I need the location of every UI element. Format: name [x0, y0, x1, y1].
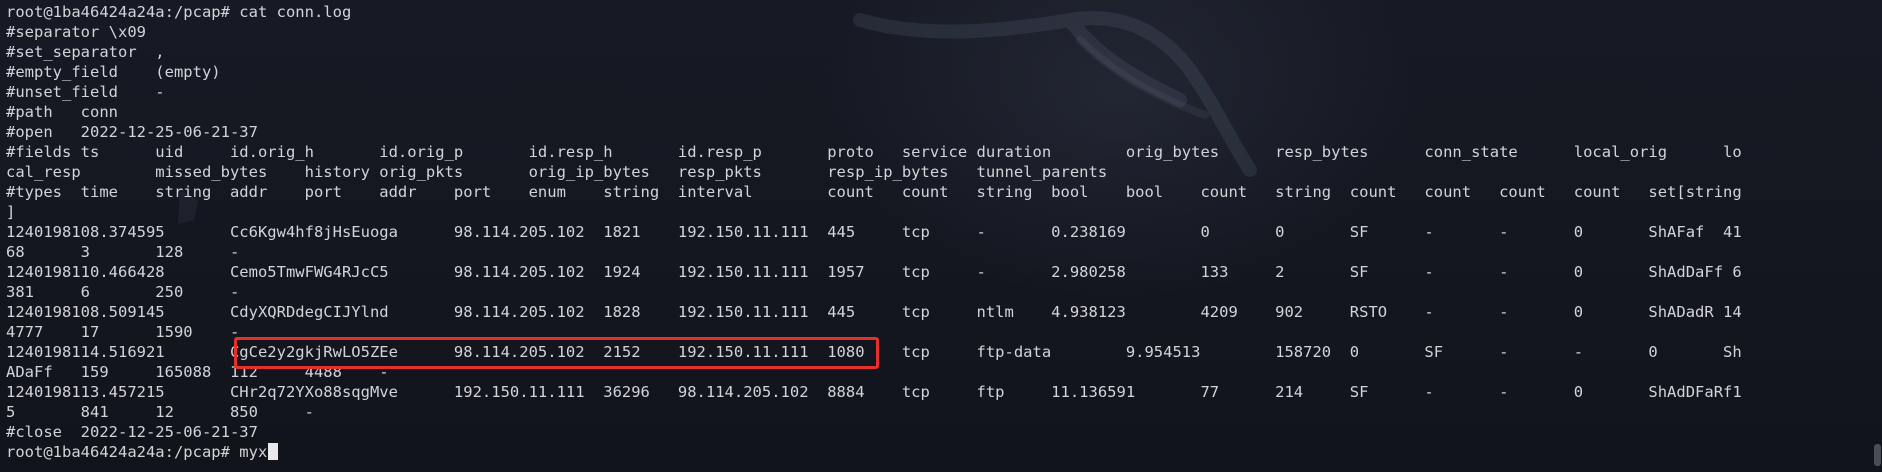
terminal-line: #open 2022-12-25-06-21-37 [6, 123, 258, 141]
scrollbar[interactable] [1872, 0, 1882, 472]
terminal-line: #close 2022-12-25-06-21-37 [6, 423, 258, 441]
terminal-line: #path conn [6, 103, 118, 121]
terminal-line: #set_separator , [6, 43, 165, 61]
terminal-output: root@1ba46424a24a:/pcap# cat conn.log #s… [6, 2, 1742, 462]
terminal-line: #separator \x09 [6, 23, 146, 41]
terminal-line: #empty_field (empty) [6, 63, 221, 81]
terminal-line: 1240198110.466428 Cemo5TmwFWG4RJcC5 98.1… [6, 263, 1742, 281]
terminal-line: cal_resp missed_bytes history orig_pkts … [6, 163, 1108, 181]
prompt-line[interactable]: root@1ba46424a24a:/pcap# myx [6, 442, 1742, 462]
terminal-line: 68 3 128 - [6, 243, 240, 261]
text-cursor [268, 443, 279, 460]
terminal-line: 1240198108.509145 CdyXQRDdegCIJYlnd 98.1… [6, 303, 1742, 321]
terminal-line: root@1ba46424a24a:/pcap# cat conn.log [6, 3, 352, 21]
highlight-annotation-box [234, 337, 879, 369]
terminal-line: 1240198113.457215 CHr2q72YXo88sqgMve 192… [6, 383, 1742, 401]
terminal-line: ] [6, 203, 16, 221]
terminal-window[interactable]: root@1ba46424a24a:/pcap# cat conn.log #s… [0, 0, 1882, 472]
prompt-input[interactable]: root@1ba46424a24a:/pcap# myx [6, 443, 267, 461]
terminal-line: #fields ts uid id.orig_h id.orig_p id.re… [6, 143, 1742, 161]
terminal-line: #unset_field - [6, 83, 165, 101]
terminal-line: 5 841 12 850 - [6, 403, 314, 421]
scrollbar-thumb[interactable] [1874, 444, 1881, 466]
terminal-line: 1240198108.374595 Cc6Kgw4hf8jHsEuoga 98.… [6, 223, 1742, 241]
terminal-line: #types time string addr port addr port e… [6, 183, 1742, 201]
terminal-line: 381 6 250 - [6, 283, 240, 301]
